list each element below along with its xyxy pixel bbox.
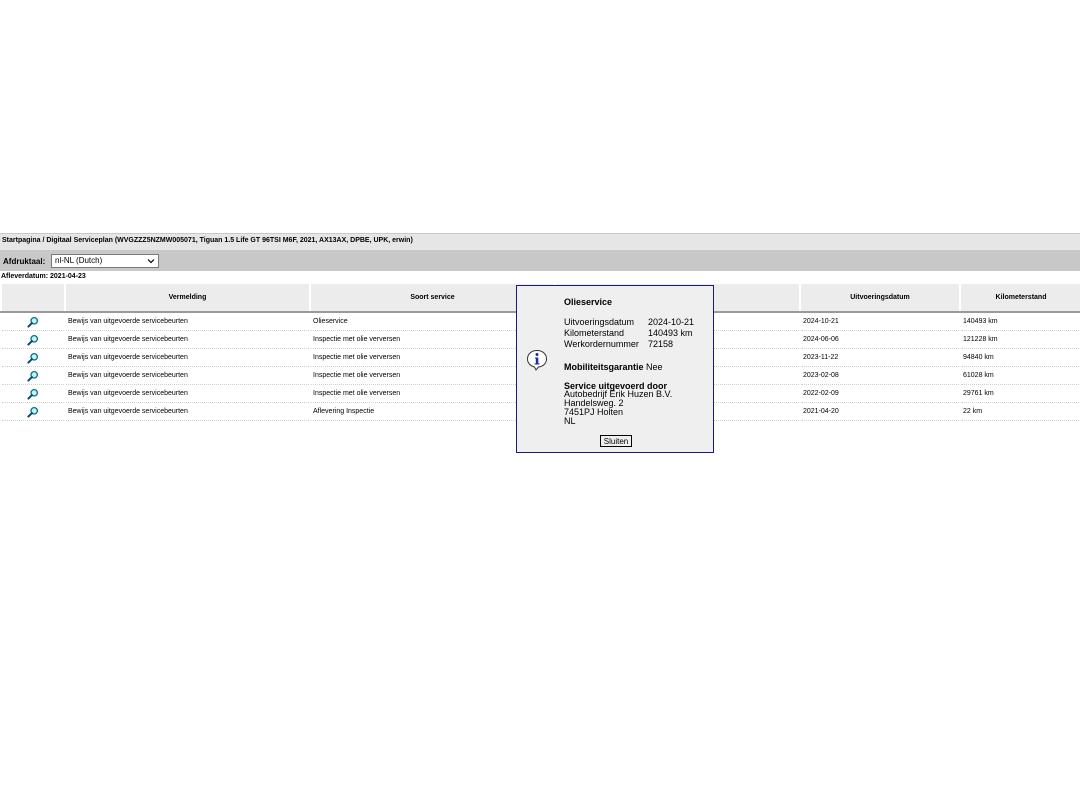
cell-date: 2023-02-08	[799, 366, 960, 385]
cell-km: 140493 km	[959, 312, 1080, 331]
row-detail-button[interactable]	[0, 402, 65, 421]
row-detail-button[interactable]	[0, 366, 65, 385]
info-icon	[526, 349, 548, 371]
language-select[interactable]: nl-NL (Dutch)	[51, 254, 159, 268]
popup-mobility-row: Mobiliteitsgarantie Nee	[564, 362, 663, 372]
column-header-icon	[0, 284, 65, 313]
popup-detail-value: 2024-10-21	[648, 317, 695, 327]
close-button[interactable]: Sluiten	[600, 435, 632, 447]
cell-date: 2021-04-20	[799, 402, 960, 421]
cell-entry: Bewijs van uitgevoerde servicebeurten	[64, 384, 310, 403]
magnifier-icon[interactable]	[27, 370, 39, 382]
row-detail-button[interactable]	[0, 330, 65, 349]
cell-date: 2024-06-06	[799, 330, 960, 349]
language-select-value: nl-NL (Dutch)	[55, 256, 103, 265]
service-detail-popup: Olieservice Uitvoeringsdatum 2024-10-21 K…	[516, 285, 714, 453]
cell-km: 121228 km	[959, 330, 1080, 349]
cell-km: 22 km	[959, 402, 1080, 421]
popup-detail-label: Uitvoeringsdatum	[564, 317, 635, 327]
popup-address-line: NL	[564, 416, 576, 426]
breadcrumb[interactable]: Startpagina / Digitaal Serviceplan (WVGZ…	[2, 237, 413, 244]
magnifier-icon[interactable]	[27, 406, 39, 418]
popup-detail-row: Werkordernummer 72158	[564, 339, 673, 349]
popup-detail-label: Kilometerstand	[564, 328, 625, 338]
magnifier-icon[interactable]	[27, 316, 39, 328]
popup-detail-label: Werkordernummer	[564, 339, 639, 349]
language-label: Afdruktaal:	[3, 257, 46, 266]
cell-entry: Bewijs van uitgevoerde servicebeurten	[64, 348, 310, 367]
cell-km: 61028 km	[959, 366, 1080, 385]
popup-mobility-value: Nee	[646, 362, 663, 372]
magnifier-icon[interactable]	[27, 388, 39, 400]
popup-detail-row: Uitvoeringsdatum 2024-10-21	[564, 317, 694, 327]
cell-date: 2024-10-21	[799, 312, 960, 331]
breadcrumb-bar: Startpagina / Digitaal Serviceplan (WVGZ…	[0, 233, 1080, 251]
column-header-entry: Vermelding	[64, 284, 310, 313]
cell-entry: Bewijs van uitgevoerde servicebeurten	[64, 402, 310, 421]
popup-detail-row: Kilometerstand 140493 km	[564, 328, 693, 338]
popup-title: Olieservice	[564, 297, 613, 307]
popup-detail-value: 72158	[648, 339, 674, 349]
cell-entry: Bewijs van uitgevoerde servicebeurten	[64, 330, 310, 349]
chevron-down-icon	[147, 259, 155, 264]
row-detail-button[interactable]	[0, 384, 65, 403]
magnifier-icon[interactable]	[27, 334, 39, 346]
column-header-km: Kilometerstand	[959, 284, 1080, 313]
cell-entry: Bewijs van uitgevoerde servicebeurten	[64, 312, 310, 331]
popup-detail-value: 140493 km	[648, 328, 693, 338]
popup-mobility-label: Mobiliteitsgarantie	[564, 362, 644, 372]
delivery-date: Afleverdatum: 2021-04-23	[1, 273, 86, 280]
cell-km: 94840 km	[959, 348, 1080, 367]
cell-date: 2023-11-22	[799, 348, 960, 367]
cell-entry: Bewijs van uitgevoerde servicebeurten	[64, 366, 310, 385]
row-detail-button[interactable]	[0, 348, 65, 367]
row-detail-button[interactable]	[0, 312, 65, 331]
magnifier-icon[interactable]	[27, 352, 39, 364]
column-header-date: Uitvoeringsdatum	[799, 284, 960, 313]
language-bar: Afdruktaal: nl-NL (Dutch)	[0, 251, 1080, 271]
cell-km: 29761 km	[959, 384, 1080, 403]
cell-date: 2022-02-09	[799, 384, 960, 403]
